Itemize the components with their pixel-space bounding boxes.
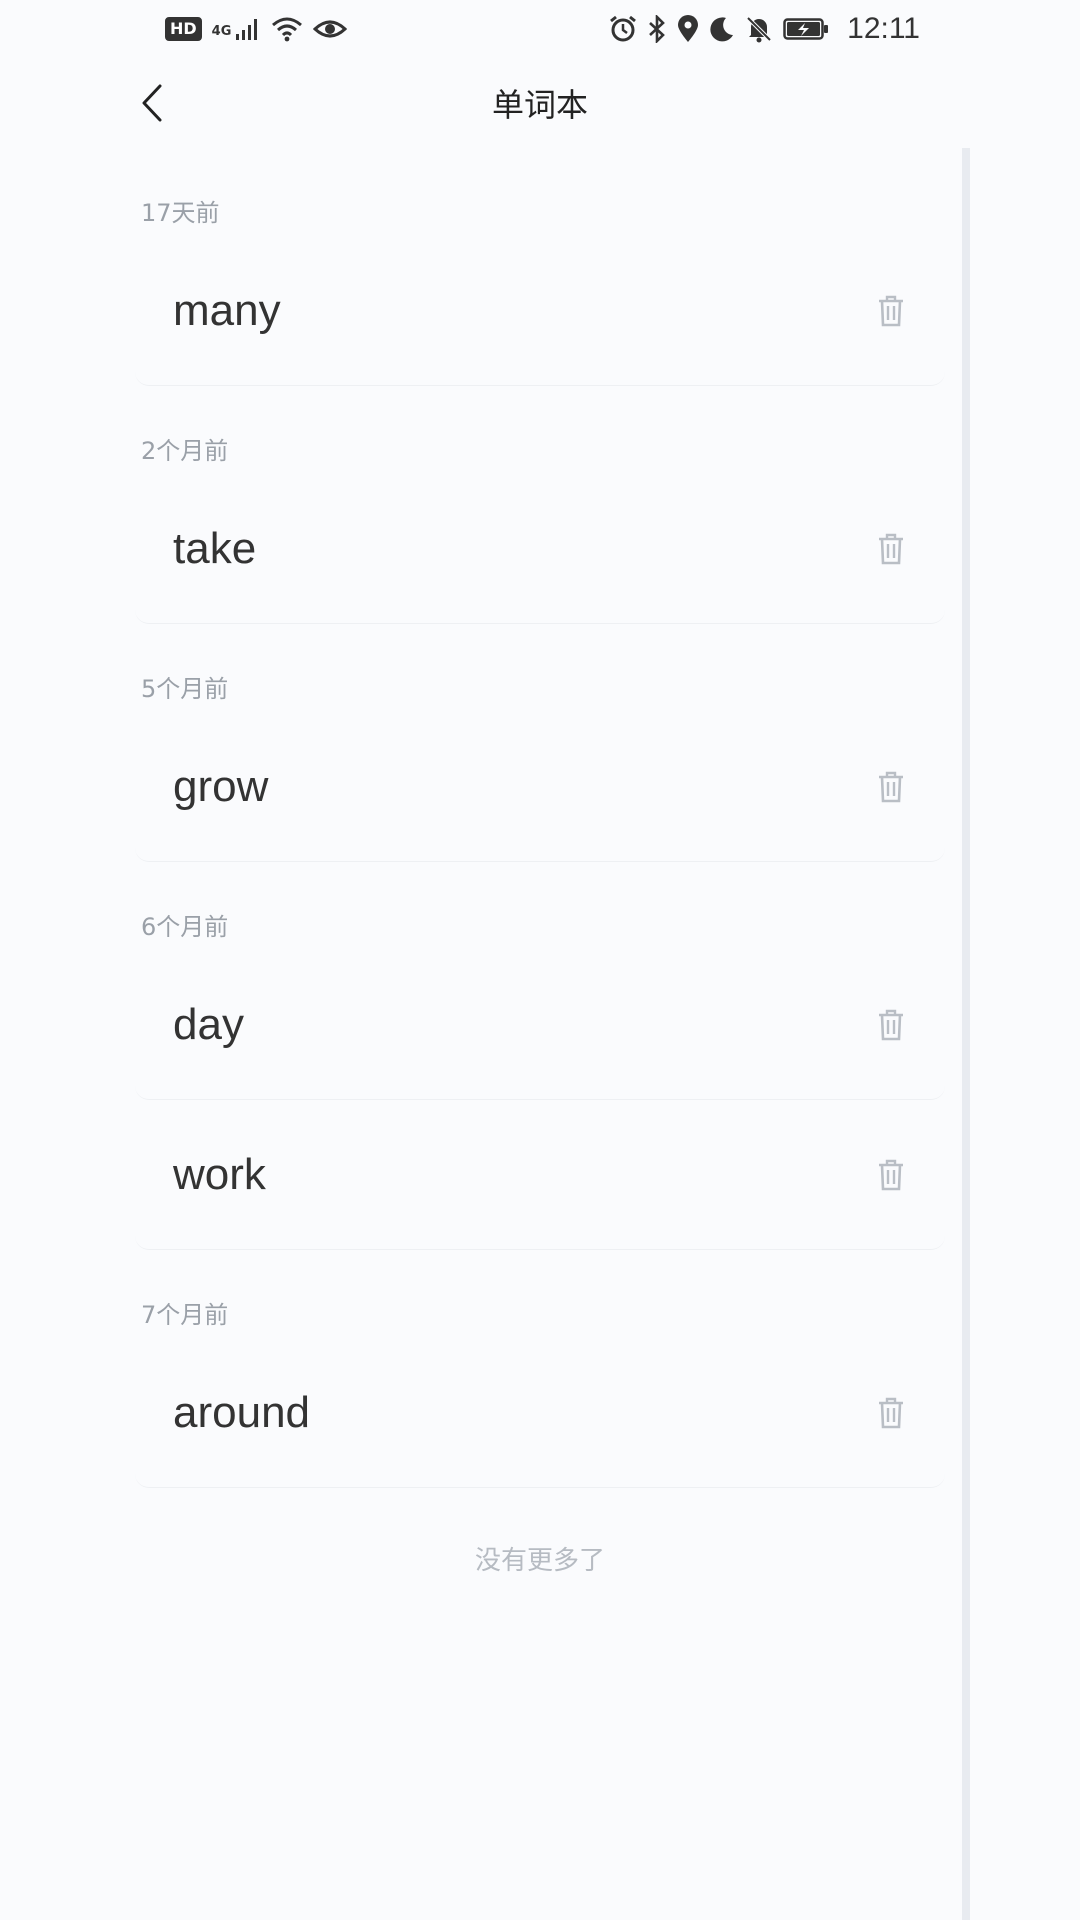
- word-text: many: [173, 285, 281, 335]
- delete-button[interactable]: [873, 1155, 909, 1195]
- eye-icon: [313, 14, 348, 44]
- mute-bell-icon: [745, 14, 773, 44]
- delete-button[interactable]: [873, 1005, 909, 1045]
- trash-icon: [879, 295, 903, 326]
- screen: HD 4G 12:11 单词本 17天前 many 2个月前 take 5个月前…: [0, 0, 1080, 1920]
- word-group: 17天前 many: [135, 148, 945, 386]
- wifi-icon: [271, 14, 303, 44]
- word-list: 17天前 many 2个月前 take 5个月前 grow 6个月前 day w…: [135, 148, 945, 1488]
- status-time: 12:11: [847, 12, 920, 45]
- word-item[interactable]: work: [135, 1100, 945, 1250]
- delete-button[interactable]: [873, 529, 909, 569]
- bluetooth-icon: [647, 14, 667, 44]
- trash-icon: [879, 1397, 903, 1428]
- scrollbar[interactable]: [962, 148, 970, 1920]
- group-date-label: 2个月前: [141, 437, 229, 465]
- word-text: around: [173, 1387, 311, 1437]
- group-date-label: 7个月前: [141, 1301, 229, 1329]
- word-text: grow: [173, 761, 269, 811]
- word-group: 6个月前 day work: [135, 862, 945, 1250]
- word-text: day: [173, 999, 244, 1049]
- word-group: 5个月前 grow: [135, 624, 945, 862]
- word-item[interactable]: many: [135, 236, 945, 386]
- delete-button[interactable]: [873, 767, 909, 807]
- group-date-label: 5个月前: [141, 675, 229, 703]
- status-bar: HD 4G 12:11: [0, 0, 1080, 58]
- trash-icon: [879, 771, 903, 802]
- trash-icon: [879, 1159, 903, 1190]
- word-text: work: [173, 1149, 266, 1199]
- status-left: HD 4G: [165, 14, 348, 44]
- word-group: 2个月前 take: [135, 386, 945, 624]
- signal-icon: [235, 14, 261, 44]
- alarm-icon: [609, 14, 637, 44]
- page-title: 单词本: [491, 86, 588, 124]
- delete-button[interactable]: [873, 1393, 909, 1433]
- group-date-label: 6个月前: [141, 913, 229, 941]
- no-more-text: 没有更多了: [474, 1546, 605, 1576]
- hd-badge: HD: [165, 17, 202, 41]
- word-item[interactable]: grow: [135, 712, 945, 862]
- trash-icon: [879, 1009, 903, 1040]
- word-item[interactable]: day: [135, 950, 945, 1100]
- chevron-left-icon: [142, 84, 162, 122]
- status-right: 12:11: [609, 12, 920, 46]
- network-type: 4G: [211, 24, 232, 39]
- word-text: take: [173, 523, 257, 573]
- word-group: 7个月前 around: [135, 1250, 945, 1488]
- word-item[interactable]: around: [135, 1338, 945, 1488]
- trash-icon: [879, 533, 903, 564]
- location-icon: [677, 14, 699, 44]
- delete-button[interactable]: [873, 291, 909, 331]
- battery-icon: [783, 14, 829, 44]
- word-item[interactable]: take: [135, 474, 945, 624]
- group-date-label: 17天前: [141, 199, 220, 227]
- moon-icon: [709, 14, 735, 44]
- back-button[interactable]: [130, 80, 174, 126]
- nav-bar: 单词本: [0, 58, 1080, 148]
